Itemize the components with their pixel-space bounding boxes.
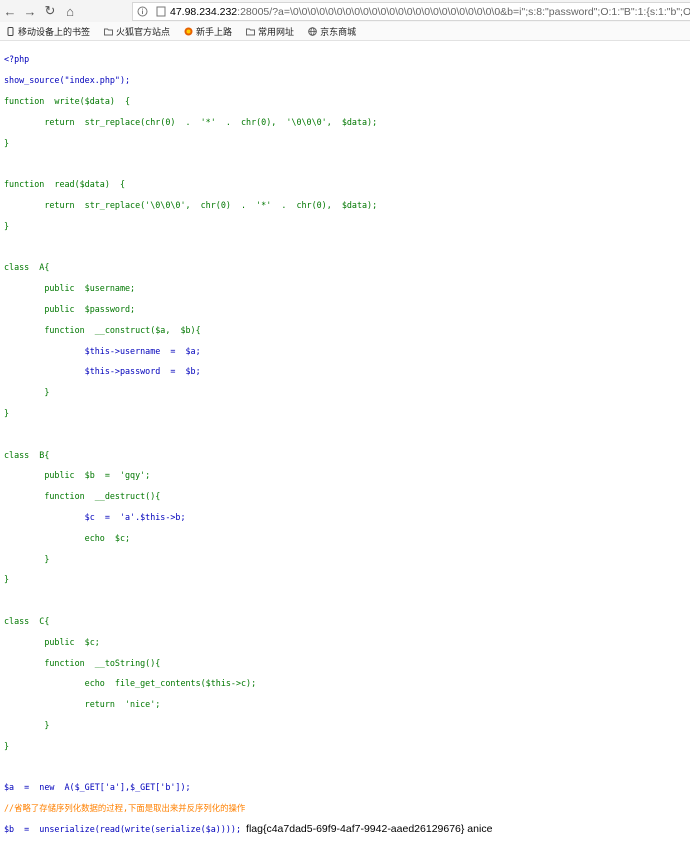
bookmark-firefox-official[interactable]: 火狐官方站点 — [104, 25, 170, 38]
code-line: class A{ — [4, 262, 690, 272]
code-comment-line: //省略了存储序列化数据的过程,下面是取出来并反序列化的操作 — [4, 803, 690, 813]
code-line — [4, 595, 690, 605]
code-line: class C{ — [4, 616, 690, 626]
source-code: <?php show_source("index.php"); function… — [4, 44, 690, 449]
code-line: return 'nice'; — [4, 699, 690, 709]
bookmark-label: 京东商城 — [320, 25, 356, 38]
code-line: } — [4, 554, 690, 564]
code-line: public $b = 'gqy'; — [4, 470, 690, 480]
site-info-icon[interactable] — [137, 6, 148, 18]
code-line: return str_replace(chr(0) . '*' . chr(0)… — [4, 117, 690, 127]
home-button[interactable]: ⌂ — [60, 1, 80, 21]
code-line: <?php — [4, 54, 690, 64]
bookmark-common-sites[interactable]: 常用网址 — [246, 25, 294, 38]
globe-icon — [308, 27, 317, 36]
firefox-icon — [184, 27, 193, 36]
code-line: public $username; — [4, 283, 690, 293]
code-line: $c = 'a'.$this->b; — [4, 512, 690, 522]
code-line — [4, 429, 690, 439]
address-bar[interactable]: 47.98.234.232:28005/?a=\0\0\0\0\0\0\0\0\… — [132, 2, 690, 21]
bookmark-jd-mall[interactable]: 京东商城 — [308, 25, 356, 38]
bookmark-label: 移动设备上的书签 — [18, 25, 90, 38]
code-line — [4, 158, 690, 168]
home-icon: ⌂ — [66, 4, 74, 19]
code-line: echo $c; — [4, 533, 690, 543]
bookmark-getting-started[interactable]: 新手上路 — [184, 25, 232, 38]
code-line: } — [4, 408, 690, 418]
code-line — [4, 242, 690, 252]
code-line: function write($data) { — [4, 96, 690, 106]
code-line: } — [4, 720, 690, 730]
code-line: } — [4, 138, 690, 148]
folder-icon — [104, 27, 113, 36]
code-line: return str_replace('\0\0\0', chr(0) . '*… — [4, 200, 690, 210]
code-line: class B{ — [4, 450, 690, 460]
code-line: echo file_get_contents($this->c); — [4, 678, 690, 688]
code-line: function __destruct(){ — [4, 491, 690, 501]
code-line: } — [4, 574, 690, 584]
code-line: } — [4, 221, 690, 231]
code-line: public $c; — [4, 637, 690, 647]
page-icon — [156, 6, 166, 18]
bookmark-label: 火狐官方站点 — [116, 25, 170, 38]
code-line: $this->username = $a; — [4, 346, 690, 356]
code-line: show_source("index.php"); — [4, 75, 690, 85]
code-line: } — [4, 387, 690, 397]
mobile-device-icon — [6, 27, 15, 36]
folder-icon — [246, 27, 255, 36]
forward-button[interactable]: → — [20, 1, 40, 21]
back-button[interactable]: ← — [0, 1, 20, 21]
bookmark-label: 新手上路 — [196, 25, 232, 38]
code-line — [4, 762, 690, 772]
back-arrow-icon: ← — [4, 4, 17, 19]
code-line: public $password; — [4, 304, 690, 314]
code-line: } — [4, 741, 690, 751]
code-line: $a = new A($_GET['a'],$_GET['b']); — [4, 782, 690, 792]
code-line: function read($data) { — [4, 179, 690, 189]
bookmark-mobile[interactable]: 移动设备上的书签 — [6, 25, 90, 38]
browser-toolbar: ← → ↻ ⌂ 47.98.234.232:28005/?a=\0\0\0\0\… — [0, 0, 690, 22]
reload-button[interactable]: ↻ — [40, 1, 60, 21]
code-line: $this->password = $b; — [4, 366, 690, 376]
page-output: flag{c4a7dad5-69f9-4af7-9942-aaed2612967… — [246, 823, 492, 835]
url-host: 47.98.234.232 — [170, 6, 237, 18]
bookmark-label: 常用网址 — [258, 25, 294, 38]
reload-icon: ↻ — [45, 3, 56, 19]
code-line: function __toString(){ — [4, 658, 690, 668]
forward-arrow-icon: → — [24, 4, 37, 19]
code-line-with-output: $b = unserialize(read(write(serialize($a… — [4, 824, 690, 834]
bookmarks-bar: 移动设备上的书签 火狐官方站点 新手上路 常用网址 京东商城 — [0, 22, 690, 41]
code-line: function __construct($a, $b){ — [4, 325, 690, 335]
url-path: :28005/?a=\0\0\0\0\0\0\0\0\0\0\0\0\0\0\0… — [237, 6, 690, 18]
